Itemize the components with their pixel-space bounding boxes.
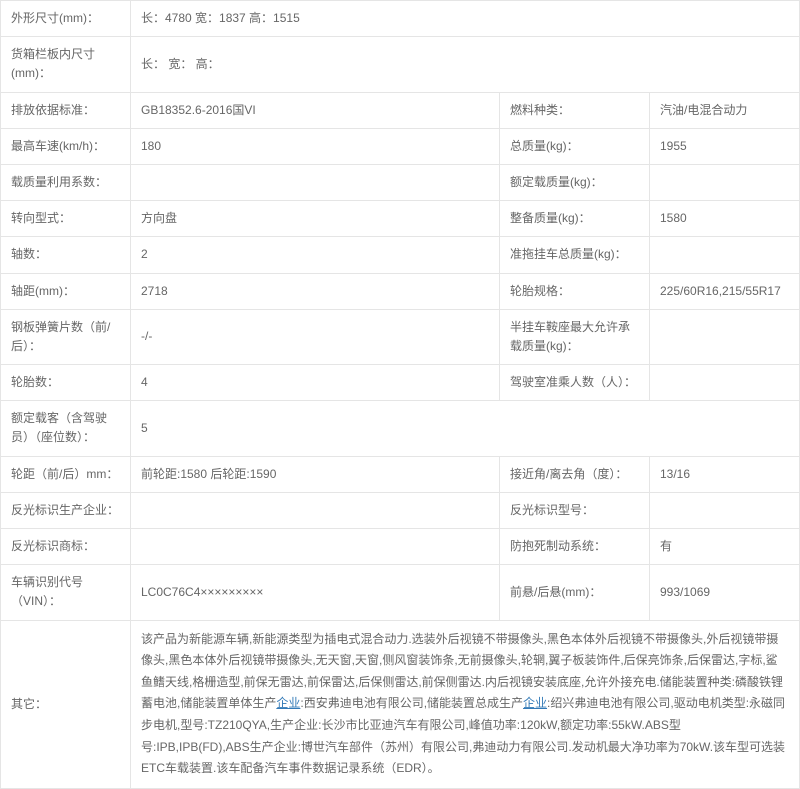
spec-value	[650, 492, 800, 528]
spec-row: 轴数：2准拖挂车总质量(kg)：	[1, 237, 800, 273]
spec-label: 反光标识生产企业：	[1, 492, 131, 528]
spec-label: 反光标识商标：	[1, 529, 131, 565]
spec-row: 车辆识别代号（VIN）：LC0C76C4×××××××××前悬/后悬(mm)：9…	[1, 565, 800, 620]
spec-label: 防抱死制动系统：	[500, 529, 650, 565]
spec-label: 货箱栏板内尺寸(mm)：	[1, 37, 131, 92]
spec-value: -/-	[131, 309, 500, 364]
spec-other-value: 该产品为新能源车辆,新能源类型为插电式混合动力.选装外后视镜不带摄像头,黑色本体…	[131, 620, 800, 788]
spec-label: 前悬/后悬(mm)：	[500, 565, 650, 620]
spec-value	[131, 492, 500, 528]
spec-label: 载质量利用系数：	[1, 164, 131, 200]
spec-label: 排放依据标准：	[1, 92, 131, 128]
spec-value: 前轮距:1580 后轮距:1590	[131, 456, 500, 492]
spec-value	[650, 237, 800, 273]
spec-value: 5	[131, 401, 800, 456]
spec-row: 额定载客（含驾驶员）（座位数）：5	[1, 401, 800, 456]
spec-value: 1580	[650, 201, 800, 237]
spec-value: 长： 宽： 高：	[131, 37, 800, 92]
spec-label: 反光标识型号：	[500, 492, 650, 528]
spec-label: 转向型式：	[1, 201, 131, 237]
spec-label: 最高车速(km/h)：	[1, 128, 131, 164]
spec-label: 轴数：	[1, 237, 131, 273]
spec-row: 载质量利用系数： 额定载质量(kg)：	[1, 164, 800, 200]
inline-link[interactable]: 企业	[523, 696, 547, 710]
spec-label: 总质量(kg)：	[500, 128, 650, 164]
spec-value: 13/16	[650, 456, 800, 492]
inline-text: :西安弗迪电池有限公司,储能装置总成生产	[300, 696, 523, 710]
spec-value: 993/1069	[650, 565, 800, 620]
spec-label: 额定载客（含驾驶员）（座位数）：	[1, 401, 131, 456]
spec-row: 轴距(mm)：2718轮胎规格：225/60R16,215/55R17	[1, 273, 800, 309]
spec-value	[650, 365, 800, 401]
spec-value	[650, 309, 800, 364]
spec-value: 2718	[131, 273, 500, 309]
spec-label: 驾驶室准乘人数（人）：	[500, 365, 650, 401]
spec-label: 燃料种类：	[500, 92, 650, 128]
spec-value: 2	[131, 237, 500, 273]
spec-label: 钢板弹簧片数（前/后）：	[1, 309, 131, 364]
spec-label: 整备质量(kg)：	[500, 201, 650, 237]
spec-label: 接近角/离去角（度）：	[500, 456, 650, 492]
spec-value	[131, 529, 500, 565]
spec-value: 4	[131, 365, 500, 401]
spec-value: 方向盘	[131, 201, 500, 237]
spec-row: 反光标识商标： 防抱死制动系统：有	[1, 529, 800, 565]
spec-value: 有	[650, 529, 800, 565]
spec-row: 排放依据标准：GB18352.6-2016国VI燃料种类：汽油/电混合动力	[1, 92, 800, 128]
spec-label: 半挂车鞍座最大允许承载质量(kg)：	[500, 309, 650, 364]
spec-row: 轮胎数：4驾驶室准乘人数（人）：	[1, 365, 800, 401]
spec-label: 其它：	[1, 620, 131, 788]
spec-row: 反光标识生产企业： 反光标识型号：	[1, 492, 800, 528]
spec-row: 最高车速(km/h)：180总质量(kg)：1955	[1, 128, 800, 164]
spec-value: 180	[131, 128, 500, 164]
spec-label: 轮胎数：	[1, 365, 131, 401]
spec-value	[650, 164, 800, 200]
spec-value: 长：4780 宽：1837 高：1515	[131, 1, 800, 37]
spec-row: 轮距（前/后）mm：前轮距:1580 后轮距:1590接近角/离去角（度）：13…	[1, 456, 800, 492]
spec-label: 车辆识别代号（VIN）：	[1, 565, 131, 620]
spec-value	[131, 164, 500, 200]
spec-label: 准拖挂车总质量(kg)：	[500, 237, 650, 273]
spec-label: 轴距(mm)：	[1, 273, 131, 309]
spec-value: 1955	[650, 128, 800, 164]
spec-label: 额定载质量(kg)：	[500, 164, 650, 200]
spec-row: 转向型式：方向盘整备质量(kg)：1580	[1, 201, 800, 237]
spec-value: GB18352.6-2016国VI	[131, 92, 500, 128]
spec-table: 外形尺寸(mm)：长：4780 宽：1837 高：1515货箱栏板内尺寸(mm)…	[0, 0, 800, 789]
inline-link[interactable]: 企业	[276, 696, 300, 710]
spec-row: 钢板弹簧片数（前/后）：-/-半挂车鞍座最大允许承载质量(kg)：	[1, 309, 800, 364]
spec-row: 外形尺寸(mm)：长：4780 宽：1837 高：1515	[1, 1, 800, 37]
spec-label: 轮距（前/后）mm：	[1, 456, 131, 492]
spec-row-other: 其它：该产品为新能源车辆,新能源类型为插电式混合动力.选装外后视镜不带摄像头,黑…	[1, 620, 800, 788]
spec-value: 汽油/电混合动力	[650, 92, 800, 128]
spec-label: 外形尺寸(mm)：	[1, 1, 131, 37]
spec-value: LC0C76C4×××××××××	[131, 565, 500, 620]
spec-row: 货箱栏板内尺寸(mm)：长： 宽： 高：	[1, 37, 800, 92]
spec-value: 225/60R16,215/55R17	[650, 273, 800, 309]
spec-label: 轮胎规格：	[500, 273, 650, 309]
